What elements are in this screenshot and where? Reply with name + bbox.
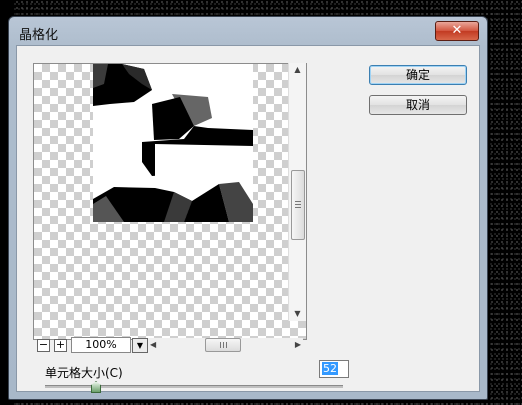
dialog-title: 晶格化 — [19, 28, 59, 43]
zoom-level-field[interactable]: 100% — [71, 337, 131, 353]
preview-horizontal-scrollbar[interactable]: ◀ ▶ — [148, 338, 303, 352]
grip-line — [295, 201, 301, 202]
grip-line — [295, 204, 301, 205]
cell-size-value: 52 — [322, 362, 338, 375]
preview-vertical-scrollbar[interactable]: ▲ ▼ — [288, 63, 306, 321]
close-icon: ✕ — [451, 23, 463, 38]
cell-size-slider-thumb[interactable] — [91, 381, 101, 393]
close-button[interactable]: ✕ — [435, 21, 479, 41]
dialog-body: ▲ ▼ − + 100% ▼ ◀ ▶ 确定 取消 单元格大小(C) 52 — [16, 45, 480, 393]
vertical-scroll-thumb[interactable] — [291, 170, 305, 240]
cell-size-label: 单元格大小(C) — [45, 366, 123, 380]
cell-size-input[interactable]: 52 — [319, 360, 349, 378]
zoom-out-button[interactable]: − — [37, 339, 50, 352]
cell-size-slider-track[interactable] — [45, 385, 343, 388]
scroll-up-arrow-icon[interactable]: ▲ — [289, 63, 306, 77]
grip-line — [223, 342, 224, 348]
chevron-down-icon: ▼ — [136, 341, 144, 350]
crystallize-dialog: 晶格化 ✕ ▲ ▼ − + 100% ▼ ◀ ▶ 确定 取消 单元格大小(C) … — [8, 16, 488, 400]
scroll-down-arrow-icon[interactable]: ▼ — [289, 307, 306, 321]
scroll-right-arrow-icon[interactable]: ▶ — [295, 338, 301, 352]
ok-button[interactable]: 确定 — [369, 65, 467, 85]
title-bar[interactable]: 晶格化 ✕ — [9, 17, 487, 45]
filter-preview[interactable] — [33, 63, 307, 340]
grip-line — [226, 342, 227, 348]
scroll-left-arrow-icon[interactable]: ◀ — [150, 338, 156, 352]
zoom-dropdown-button[interactable]: ▼ — [132, 338, 148, 353]
grip-line — [220, 342, 221, 348]
horizontal-scroll-thumb[interactable] — [205, 338, 241, 352]
zoom-in-button[interactable]: + — [54, 339, 67, 352]
cancel-button[interactable]: 取消 — [369, 95, 467, 115]
preview-image — [93, 64, 253, 222]
grip-line — [295, 207, 301, 208]
minus-icon: − — [38, 338, 49, 351]
plus-icon: + — [55, 338, 66, 351]
